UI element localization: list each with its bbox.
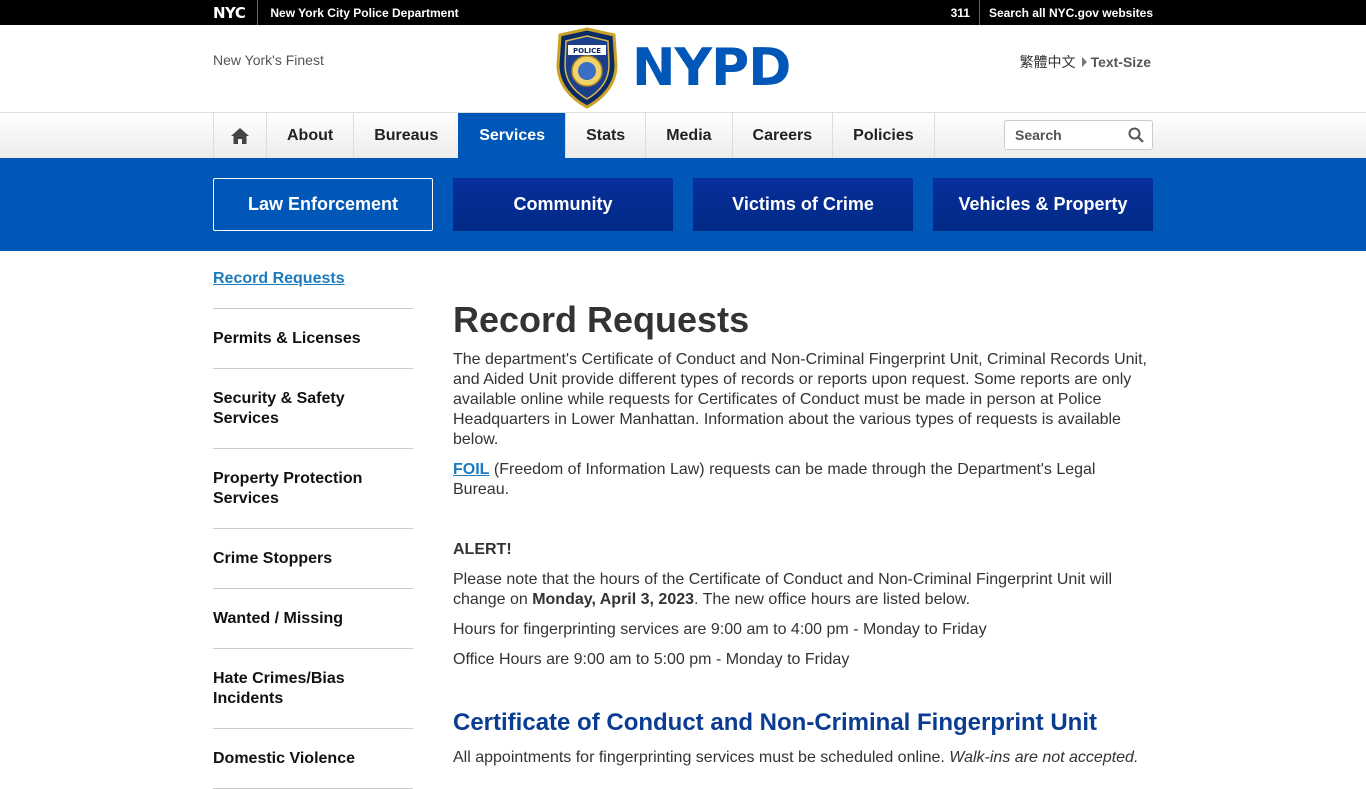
search-box — [1004, 120, 1153, 150]
sidebar-item-permits[interactable]: Permits & Licenses — [213, 309, 413, 369]
sidebar-item-record-requests[interactable]: Record Requests — [213, 270, 413, 309]
hours-fingerprint: Hours for fingerprinting services are 9:… — [453, 621, 987, 638]
nypd-shield-badge-icon: POLICE — [556, 27, 618, 109]
text-size-button[interactable]: Text-Size — [1091, 54, 1151, 70]
nav-media[interactable]: Media — [645, 113, 731, 158]
sidebar-item-label: Property Protection Services — [213, 470, 363, 507]
nav-about[interactable]: About — [266, 113, 353, 158]
sidebar-item-domestic-violence[interactable]: Domestic Violence — [213, 729, 413, 789]
home-icon — [231, 127, 249, 144]
nyc-311-link[interactable]: 311 — [951, 0, 980, 25]
sidebar-item-label: Domestic Violence — [213, 750, 355, 767]
category-victims-of-crime[interactable]: Victims of Crime — [693, 178, 913, 231]
triangle-right-icon — [1081, 57, 1087, 67]
main-content: Record Requests The department's Certifi… — [453, 251, 1153, 789]
search-input[interactable] — [1013, 126, 1117, 144]
nyc-logo[interactable]: NYC — [213, 0, 259, 25]
sidebar-item-label: Hate Crimes/Bias Incidents — [213, 670, 345, 707]
search-icon[interactable] — [1128, 127, 1144, 143]
sidebar-item-label: Security & Safety Services — [213, 390, 345, 427]
sidebar-item-label: Crime Stoppers — [213, 550, 333, 567]
content-area: Record Requests Permits & Licenses Secur… — [0, 251, 1366, 789]
nav-stats[interactable]: Stats — [565, 113, 645, 158]
language-link-chinese[interactable]: 繁體中文 — [1020, 52, 1076, 72]
sidebar-item-property-protection[interactable]: Property Protection Services — [213, 449, 413, 529]
tagline: New York's Finest — [213, 52, 324, 68]
sidebar-item-hate-crimes[interactable]: Hate Crimes/Bias Incidents — [213, 649, 413, 729]
alert-paragraph: Please note that the hours of the Certif… — [453, 570, 1153, 610]
alert-heading: ALERT! — [453, 541, 512, 558]
category-law-enforcement[interactable]: Law Enforcement — [213, 178, 433, 231]
section-paragraph: All appointments for fingerprinting serv… — [453, 748, 1153, 768]
sidebar-item-crime-stoppers[interactable]: Crime Stoppers — [213, 529, 413, 589]
intro-paragraph: The department's Certificate of Conduct … — [453, 351, 1147, 448]
sidebar-item-wanted-missing[interactable]: Wanted / Missing — [213, 589, 413, 649]
nypd-logo[interactable]: POLICE NYPD — [554, 27, 791, 109]
foil-link[interactable]: FOIL — [453, 461, 489, 478]
alert-text-2: . The new office hours are listed below. — [694, 591, 971, 608]
section-heading: Certificate of Conduct and Non-Criminal … — [453, 709, 1097, 736]
category-community[interactable]: Community — [453, 178, 673, 231]
foil-paragraph: FOIL (Freedom of Information Law) reques… — [453, 460, 1153, 500]
main-nav: About Bureaus Services Stats Media Caree… — [0, 113, 1366, 158]
category-vehicles-property[interactable]: Vehicles & Property — [933, 178, 1153, 231]
hours-office: Office Hours are 9:00 am to 5:00 pm - Mo… — [453, 651, 850, 668]
alert-date: Monday, April 3, 2023 — [532, 591, 695, 608]
section-text: All appointments for fingerprinting serv… — [453, 749, 950, 766]
foil-text: (Freedom of Information Law) requests ca… — [453, 461, 1096, 498]
search-all-nyc-link[interactable]: Search all NYC.gov websites — [980, 6, 1153, 20]
sidebar: Record Requests Permits & Licenses Secur… — [213, 251, 413, 789]
sidebar-item-security[interactable]: Security & Safety Services — [213, 369, 413, 449]
nav-services[interactable]: Services — [458, 113, 566, 158]
nav-policies[interactable]: Policies — [832, 113, 935, 158]
section-text-em: Walk-ins are not accepted. — [949, 749, 1139, 766]
nav-home[interactable] — [213, 113, 266, 158]
sidebar-item-label: Permits & Licenses — [213, 330, 361, 347]
nav-bureaus[interactable]: Bureaus — [353, 113, 458, 158]
category-bar: Law Enforcement Community Victims of Cri… — [0, 158, 1366, 251]
sidebar-item-label: Wanted / Missing — [213, 610, 344, 627]
nyc-dept-link[interactable]: New York City Police Department — [258, 6, 458, 20]
page-title: Record Requests — [453, 299, 750, 340]
nypd-wordmark: NYPD — [632, 38, 791, 98]
site-header: New York's Finest POLICE NYPD 繁體中文 Text-… — [0, 25, 1366, 113]
nyc-top-bar: NYC New York City Police Department 311 … — [0, 0, 1366, 25]
svg-text:POLICE: POLICE — [573, 47, 601, 55]
nav-careers[interactable]: Careers — [731, 113, 833, 158]
